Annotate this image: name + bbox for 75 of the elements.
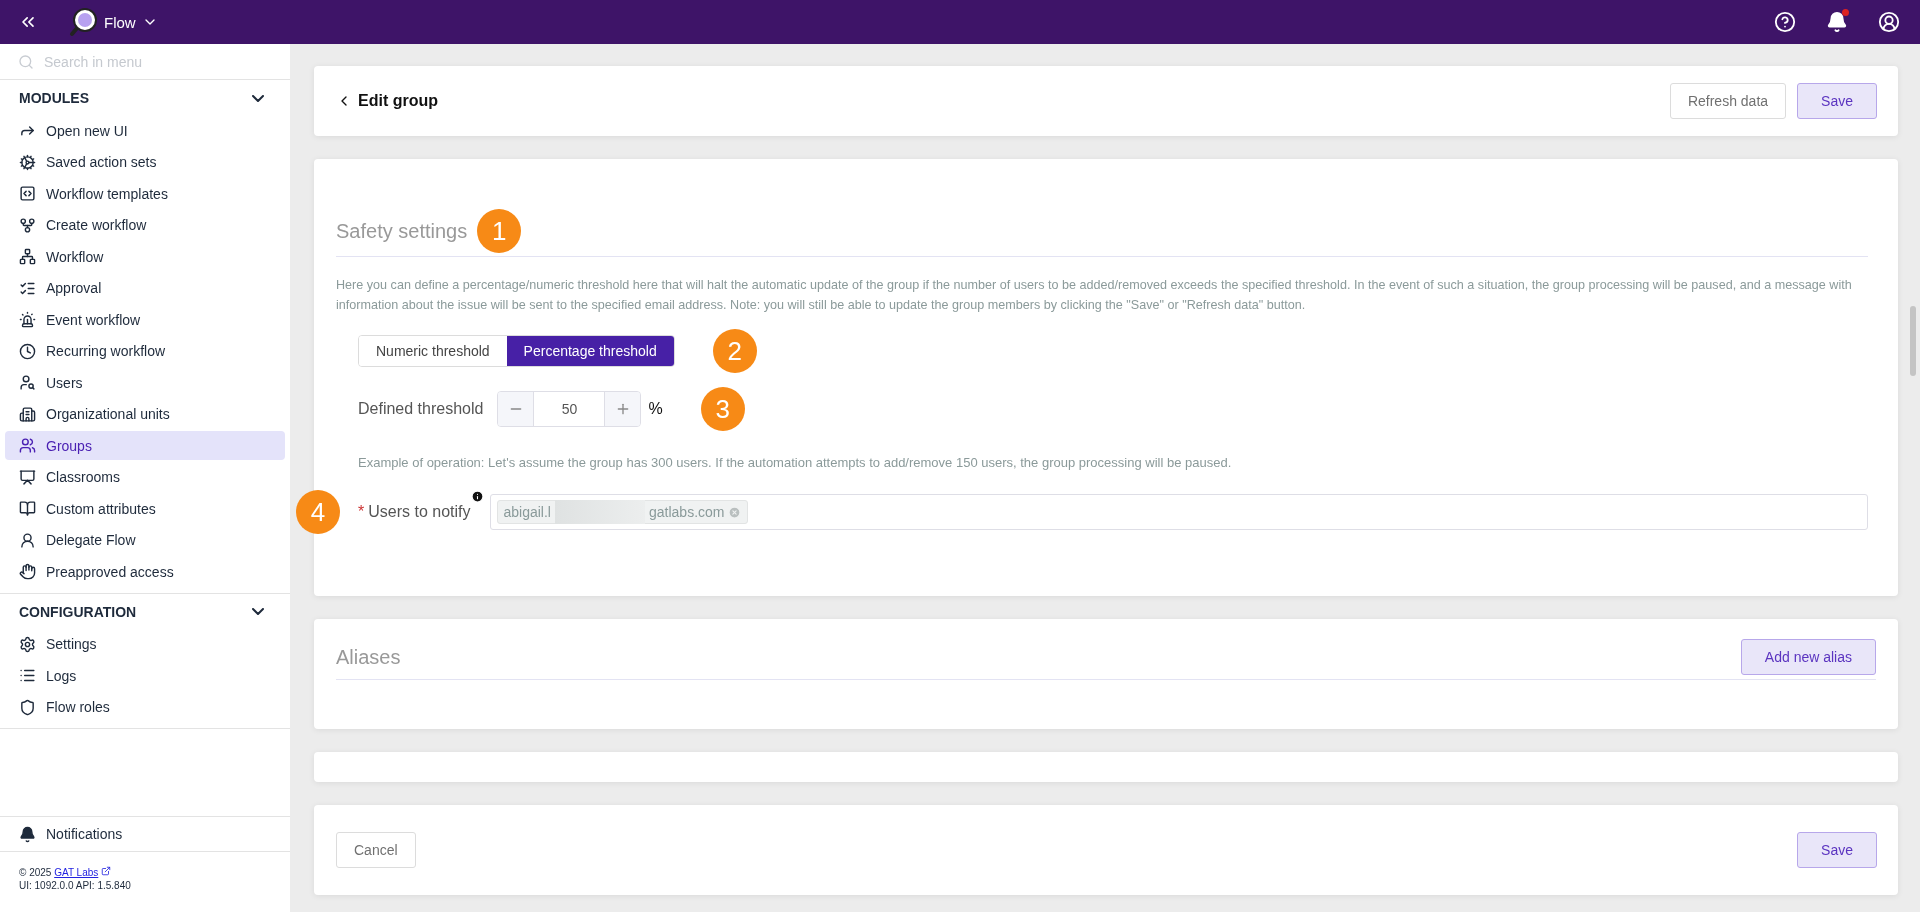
list-icon <box>19 667 36 684</box>
logo-icon <box>68 7 98 37</box>
step-marker: 2 <box>712 329 757 373</box>
chip-text: abigail.l <box>503 504 551 520</box>
refresh-button[interactable]: Refresh data <box>1669 83 1787 119</box>
section-title: Aliases <box>336 645 401 669</box>
copyright-text: © 2025 <box>19 867 52 878</box>
back-link[interactable]: Edit group <box>336 92 438 110</box>
code-window-icon <box>19 185 36 202</box>
chevron-down-icon <box>252 94 264 102</box>
sidebar-item[interactable]: Create workflow <box>5 210 285 240</box>
example-text: Example of operation: Let's assume the group has 300 users. If the automation attempts to add/remove 150 users, the group processing will be paused. <box>358 455 1233 470</box>
siren-icon <box>19 311 36 328</box>
sidebar-item[interactable]: Settings <box>5 629 285 659</box>
save-button[interactable]: Save <box>1797 83 1877 119</box>
sidebar-item[interactable]: Groups <box>5 431 285 460</box>
hierarchy-icon <box>19 248 36 265</box>
step-marker: 4 <box>296 490 340 534</box>
number-input[interactable]: 50 <box>533 392 606 426</box>
sidebar-item[interactable]: Open new UI <box>5 116 285 145</box>
settings-icon <box>19 635 36 653</box>
step-marker: 1 <box>477 209 522 253</box>
gear-icon <box>19 153 36 171</box>
presentation-icon <box>19 468 36 486</box>
number-stepper[interactable]: 50 <box>497 391 642 427</box>
required-mark: * <box>358 503 365 521</box>
sidebar-item[interactable]: Logs <box>5 661 285 690</box>
app-switcher[interactable]: Flow <box>68 7 158 37</box>
save-button[interactable]: Save <box>1797 832 1877 868</box>
people-icon <box>19 437 36 454</box>
info-icon[interactable] <box>470 490 484 503</box>
company-link[interactable]: GAT Labs <box>54 867 99 878</box>
sidebar-item[interactable]: Classrooms <box>5 462 285 492</box>
sidebar-item[interactable]: Recurring workflow <box>5 336 285 366</box>
clock-icon <box>19 342 36 360</box>
shield-icon <box>19 698 36 716</box>
section-header[interactable]: MODULES <box>0 80 290 116</box>
fork-icon <box>19 216 36 234</box>
person-icon <box>19 531 36 549</box>
help-icon[interactable] <box>1774 11 1796 33</box>
sidebar-item[interactable]: Preapproved access <box>5 557 285 586</box>
bell-icon <box>19 825 36 843</box>
section-header[interactable]: CONFIGURATION <box>0 593 290 630</box>
sidebar-item[interactable]: Saved action sets <box>5 147 285 177</box>
sidebar-item[interactable]: Organizational units <box>5 399 285 429</box>
external-link-icon <box>101 866 112 876</box>
book-icon <box>19 500 36 517</box>
add-alias-button[interactable]: Add new alias <box>1740 639 1876 675</box>
building-icon <box>19 405 36 423</box>
toggle-option[interactable]: Percentage threshold <box>506 336 674 366</box>
section-title: Safety settings <box>336 219 468 243</box>
field-label: Users to notify <box>368 503 471 521</box>
description-text: Here you can define a percentage/numeric threshold here that will halt the automatic update of the group if the number of users to be added/removed exceeds the specified threshold. In the event of such a situation, the group processing will be paused, and a message with information about the issue will be sent to the specified email address. Note: you will still be able to update the group members by clicking the "Save" or "Refresh data" button. <box>336 277 1853 314</box>
sidebar-item[interactable]: Flow roles <box>5 692 285 722</box>
account-icon[interactable] <box>1878 11 1900 33</box>
sidebar-item[interactable]: Delegate Flow <box>5 525 285 555</box>
notifications-item[interactable]: Notifications <box>0 816 290 852</box>
sidebar-item[interactable]: Custom attributes <box>5 494 285 523</box>
chevron-down-icon <box>252 608 264 615</box>
sidebar-item[interactable]: Workflow templates <box>5 179 285 208</box>
scrollbar-thumb[interactable] <box>1910 306 1916 376</box>
sidebar-item[interactable]: Workflow <box>5 242 285 271</box>
version-text: UI: 1092.0.0 API: 1.5.840 <box>19 880 131 891</box>
unit-label: % <box>648 400 663 418</box>
field-label: Defined threshold <box>358 400 484 418</box>
sidebar-item[interactable]: Users <box>5 368 285 397</box>
cancel-button[interactable]: Cancel <box>336 832 416 868</box>
user-search-icon <box>19 374 36 391</box>
sidebar-item[interactable]: Event workflow <box>5 305 285 334</box>
sidebar-item[interactable]: Approval <box>5 273 285 303</box>
search-icon <box>18 53 34 70</box>
notification-bell-icon[interactable] <box>1826 11 1848 33</box>
chip-text: gatlabs.com <box>649 504 725 520</box>
hand-icon <box>19 563 36 580</box>
step-marker: 3 <box>700 387 745 431</box>
